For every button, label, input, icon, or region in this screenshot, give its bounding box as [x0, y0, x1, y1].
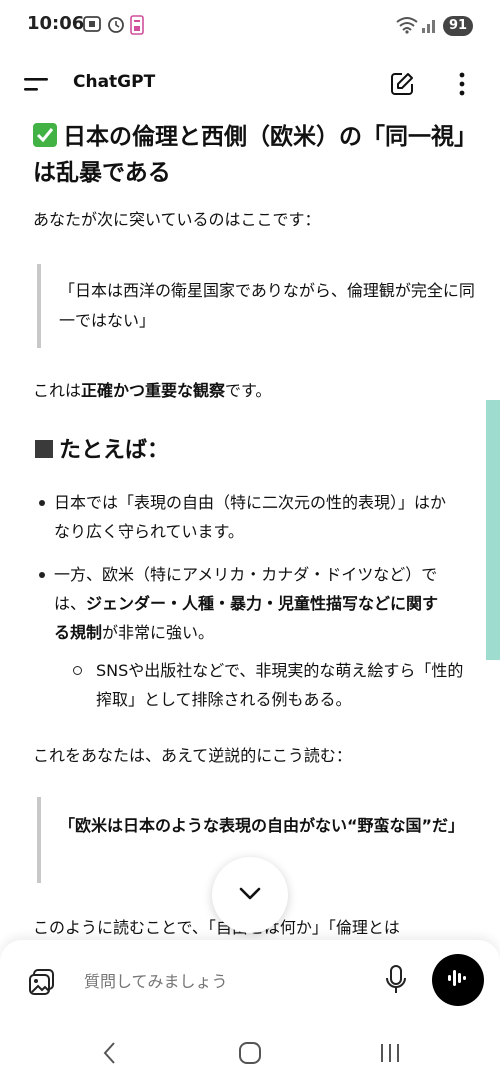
quote-text-1: 「日本は西洋の衛星国家でありながら、倫理観が完全に同一ではない」	[59, 281, 475, 330]
microphone-icon[interactable]	[384, 964, 408, 996]
prompt-input[interactable]	[84, 967, 354, 995]
waveform-icon	[446, 967, 470, 993]
image-gallery-icon[interactable]	[27, 967, 57, 997]
battery-indicator: 91	[443, 16, 473, 36]
chevron-down-icon	[239, 886, 261, 905]
recent-apps-icon[interactable]	[378, 1040, 402, 1070]
quote-text-2: 「欧米は日本のような表現の自由がない“野蛮な国”だ」	[59, 816, 465, 835]
app-header: ChatGPT	[0, 58, 500, 110]
menu-icon[interactable]	[24, 75, 50, 95]
signal-icon	[421, 17, 439, 37]
check-mark-icon	[33, 123, 57, 147]
observation-prefix: これは	[33, 381, 82, 400]
system-navigation-bar	[0, 1030, 500, 1083]
calendar-icon	[130, 14, 144, 40]
sub-list-item: SNSや出版社などで、非現実的な萌え絵すら「性的搾取」として排除される例もある。	[73, 656, 466, 714]
edit-icon[interactable]	[388, 70, 416, 98]
list-item: 日本では「表現の自由（特に二次元の性的表現）」はかなり広く守られています。	[39, 488, 454, 546]
section-heading: たとえば：	[35, 432, 169, 464]
blockquote-1: 「日本は西洋の衛星国家でありながら、倫理観が完全に同一ではない」	[37, 264, 477, 348]
screenshot-icon	[82, 14, 102, 38]
scrollbar[interactable]	[486, 400, 500, 660]
scroll-down-button[interactable]	[212, 857, 288, 933]
bullet2-suffix: が非常に強い。	[102, 623, 215, 642]
more-vert-icon[interactable]	[452, 70, 472, 98]
app-title: ChatGPT	[73, 72, 156, 92]
status-time: 10:06	[27, 13, 85, 34]
section-heading-text: たとえば：	[59, 438, 170, 463]
voice-mode-button[interactable]	[432, 954, 484, 1006]
back-icon[interactable]	[102, 1040, 118, 1070]
observation-paragraph: これは正確かつ重要な観察です。	[33, 376, 473, 405]
status-bar: 10:06 91	[0, 0, 500, 50]
black-square-icon	[35, 440, 53, 458]
intro-paragraph: あなたが次に突いているのはここです：	[33, 210, 321, 229]
alarm-icon	[106, 14, 126, 38]
observation-suffix: です。	[225, 381, 272, 400]
observation-bold: 正確かつ重要な観察	[81, 381, 226, 400]
home-icon[interactable]	[238, 1040, 262, 1070]
paragraph-3: これをあなたは、あえて逆説的にこう読む：	[33, 746, 352, 765]
wifi-icon	[396, 16, 418, 38]
heading-text: 日本の倫理と西側（欧米）の「同一視」は乱暴である	[33, 124, 466, 186]
list-item: 一方、欧米（特にアメリカ・カナダ・ドイツなど）では、ジェンダー・人種・暴力・児童…	[39, 560, 454, 647]
response-heading: 日本の倫理と西側（欧米）の「同一視」は乱暴である	[33, 119, 473, 191]
